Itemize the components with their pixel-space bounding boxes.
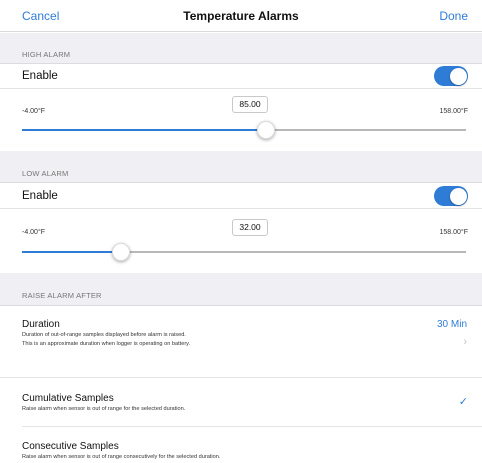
cumulative-samples-description: Raise alarm when sensor is out of range … <box>22 406 186 412</box>
duration-row[interactable]: Duration Duration of out-of-range sample… <box>0 306 482 378</box>
done-button[interactable]: Done <box>439 9 468 23</box>
high-alarm-min-label: -4.00°F <box>22 108 46 115</box>
low-alarm-enable-toggle[interactable] <box>434 186 468 206</box>
low-alarm-enable-label: Enable <box>22 190 58 202</box>
duration-value: 30 Min <box>436 319 467 330</box>
raise-alarm-section-header: RAISE ALARM AFTER <box>0 273 482 306</box>
consecutive-samples-description: Raise alarm when sensor is out of range … <box>22 454 221 460</box>
high-alarm-slider-thumb[interactable] <box>257 121 275 139</box>
high-alarm-enable-row: Enable <box>0 64 482 89</box>
high-alarm-section-header: HIGH ALARM <box>0 33 482 64</box>
toggle-knob <box>449 187 467 205</box>
consecutive-samples-title: Consecutive Samples <box>22 441 119 452</box>
duration-description-line1: Duration of out-of-range samples display… <box>22 332 186 338</box>
duration-description-line2: This is an approximate duration when log… <box>22 341 191 347</box>
low-alarm-slider-track[interactable] <box>22 251 466 253</box>
low-alarm-slider-fill <box>22 251 121 253</box>
high-alarm-slider-fill <box>22 129 266 131</box>
low-alarm-enable-row: Enable <box>0 184 482 209</box>
checkmark-icon: ✓ <box>458 396 468 408</box>
low-alarm-header-label: LOW ALARM <box>22 169 69 178</box>
duration-title: Duration <box>22 319 60 330</box>
raise-alarm-header-label: RAISE ALARM AFTER <box>22 291 102 300</box>
high-alarm-enable-toggle[interactable] <box>434 66 468 86</box>
high-alarm-max-label: 158.00°F <box>439 108 469 115</box>
high-alarm-slider-area: -4.00°F 85.00 158.00°F <box>0 90 482 150</box>
nav-bar: Cancel Temperature Alarms Done <box>0 0 482 32</box>
low-alarm-slider-area: -4.00°F 32.00 158.00°F <box>0 210 482 272</box>
high-alarm-enable-label: Enable <box>22 70 58 82</box>
low-alarm-max-label: 158.00°F <box>439 229 469 236</box>
low-alarm-slider-thumb[interactable] <box>112 243 130 261</box>
chevron-right-icon: › <box>463 336 467 348</box>
low-alarm-section-header: LOW ALARM <box>0 151 482 183</box>
cumulative-samples-option[interactable]: Cumulative Samples Raise alarm when sens… <box>0 378 482 426</box>
high-alarm-header-label: HIGH ALARM <box>22 50 71 59</box>
high-alarm-slider-track[interactable] <box>22 129 466 131</box>
consecutive-samples-option[interactable]: Consecutive Samples Raise alarm when sen… <box>0 427 482 463</box>
cumulative-samples-title: Cumulative Samples <box>22 393 114 404</box>
high-alarm-value-field[interactable]: 85.00 <box>232 96 268 113</box>
low-alarm-min-label: -4.00°F <box>22 229 46 236</box>
toggle-knob <box>449 67 467 85</box>
low-alarm-value-field[interactable]: 32.00 <box>232 219 268 236</box>
page-title: Temperature Alarms <box>183 9 299 23</box>
